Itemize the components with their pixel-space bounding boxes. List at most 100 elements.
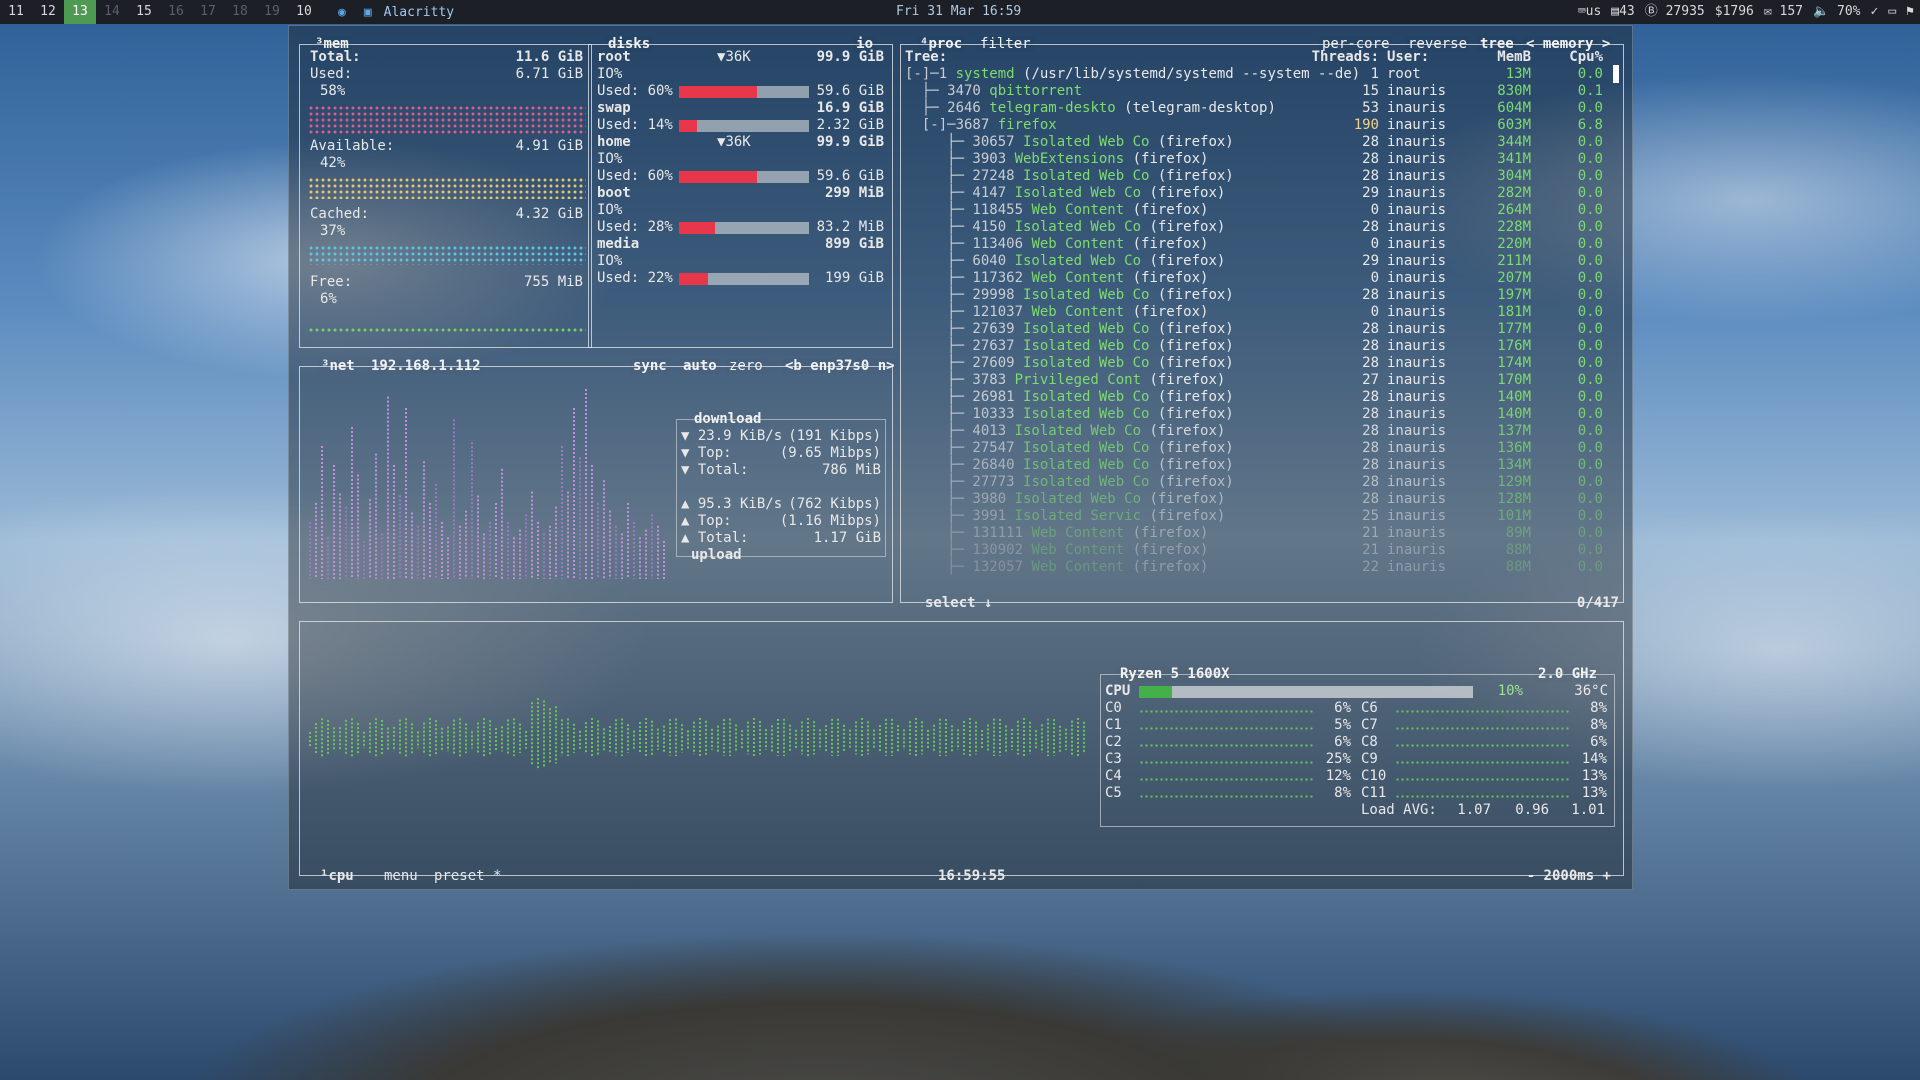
process-threads: 28 <box>1362 389 1379 405</box>
process-row[interactable]: ├─ 26981 Isolated Web Co (firefox) 28 in… <box>905 389 1621 406</box>
process-row[interactable]: ├─ 118455 Web Content (firefox) 0 inauri… <box>905 202 1621 219</box>
process-row[interactable]: ├─ 4013 Isolated Web Co (firefox) 28 ina… <box>905 423 1621 440</box>
process-row[interactable]: ├─ 2646 telegram-deskto (telegram-deskto… <box>905 100 1621 117</box>
process-row[interactable]: ├─ 3783 Privileged Cont (firefox) 27 ina… <box>905 372 1621 389</box>
col-tree[interactable]: Tree: <box>905 49 947 66</box>
core-C8-meter <box>1395 744 1571 747</box>
process-row[interactable]: ├─ 27637 Isolated Web Co (firefox) 28 in… <box>905 338 1621 355</box>
screen-icon[interactable]: ▭ <box>1888 0 1896 24</box>
process-row[interactable]: ├─ 27639 Isolated Web Co (firefox) 28 in… <box>905 321 1621 338</box>
mem-total-label: Total: <box>310 49 361 65</box>
process-row[interactable]: ├─ 6040 Isolated Web Co (firefox) 29 ina… <box>905 253 1621 270</box>
process-tree-cmd: ├─ 27637 Isolated Web Co (firefox) <box>905 338 1234 354</box>
process-row[interactable]: ├─ 27773 Isolated Web Co (firefox) 28 in… <box>905 474 1621 491</box>
process-row[interactable]: ├─ 27248 Isolated Web Co (firefox) 28 in… <box>905 168 1621 185</box>
preset-tab[interactable]: preset * <box>434 868 501 885</box>
process-mem: 264M <box>1497 202 1531 218</box>
workspace-17[interactable]: 17 <box>192 0 224 24</box>
workspace-10[interactable]: 10 <box>288 0 320 24</box>
col-user[interactable]: User: <box>1387 49 1429 66</box>
core-C2-label: C2 <box>1105 734 1122 750</box>
disk-root-used-bar <box>679 86 809 98</box>
process-mem: 830M <box>1497 83 1531 99</box>
download-rate-row: ▼ 23.9 KiB/s <box>681 428 783 444</box>
process-mem: 176M <box>1497 338 1531 354</box>
proc-scrollbar[interactable] <box>1613 65 1619 83</box>
process-row[interactable]: ├─ 29998 Isolated Web Co (firefox) 28 in… <box>905 287 1621 304</box>
cpu-tab[interactable]: ¹cpu <box>320 868 354 885</box>
process-row[interactable]: [-]─3687 firefox 190 inauris 603M 6.8 <box>905 117 1621 134</box>
mem-used-label: Used: <box>310 66 353 82</box>
process-cpu: 0.0 <box>1577 236 1603 252</box>
net-zero-toggle[interactable]: zero <box>726 358 766 374</box>
process-row[interactable]: ├─ 27609 Isolated Web Co (firefox) 28 in… <box>905 355 1621 372</box>
core-C11-meter <box>1395 795 1571 798</box>
process-row[interactable]: ├─ 3980 Isolated Web Co (firefox) 28 ina… <box>905 491 1621 508</box>
process-tree-cmd: ├─ 131111 Web Content (firefox) <box>905 525 1209 541</box>
disk-media-used-value: 199 GiB <box>824 270 884 286</box>
process-mem: 603M <box>1497 117 1531 133</box>
process-mem: 207M <box>1497 270 1531 286</box>
process-row[interactable]: ├─ 121037 Web Content (firefox) 0 inauri… <box>905 304 1621 321</box>
core-C10-pct: 13% <box>1581 768 1607 784</box>
update-interval[interactable]: - 2000ms + <box>1527 868 1611 885</box>
process-cpu: 0.0 <box>1577 321 1603 337</box>
col-mem[interactable]: MemB <box>1461 49 1531 66</box>
process-row[interactable]: ├─ 113406 Web Content (firefox) 0 inauri… <box>905 236 1621 253</box>
process-row[interactable]: [-]─1 systemd (/usr/lib/systemd/systemd … <box>905 66 1621 83</box>
alacritty-window: ³mem Total: 11.6 GiB Used: 6.71 GiB 58% … <box>288 25 1633 890</box>
process-row[interactable]: ├─ 27547 Isolated Web Co (firefox) 28 in… <box>905 440 1621 457</box>
menu-tab[interactable]: menu <box>384 868 418 885</box>
process-row[interactable]: ├─ 132057 Web Content (firefox) 22 inaur… <box>905 559 1621 576</box>
col-cpu[interactable]: Cpu% <box>1541 49 1603 66</box>
process-row[interactable]: ├─ 3903 WebExtensions (firefox) 28 inaur… <box>905 151 1621 168</box>
process-mem: 134M <box>1497 457 1531 473</box>
workspace-12[interactable]: 12 <box>32 0 64 24</box>
net-sync-toggle[interactable]: sync <box>630 358 670 374</box>
workspace-19[interactable]: 19 <box>256 0 288 24</box>
net-auto-toggle[interactable]: auto <box>680 358 720 374</box>
process-tree-cmd: ├─ 26981 Isolated Web Co (firefox) <box>905 389 1234 405</box>
disk-media-used-bar <box>679 273 809 285</box>
process-row[interactable]: ├─ 26840 Isolated Web Co (firefox) 28 in… <box>905 457 1621 474</box>
workspace-16[interactable]: 16 <box>160 0 192 24</box>
workspace-14[interactable]: 14 <box>96 0 128 24</box>
volume-indicator[interactable]: 🔈 70% <box>1813 0 1861 24</box>
process-row[interactable]: ├─ 3470 qbittorrent 15 inauris 830M 0.1 <box>905 83 1621 100</box>
process-row[interactable]: ├─ 10333 Isolated Web Co (firefox) 28 in… <box>905 406 1621 423</box>
check-icon[interactable]: ✓ <box>1871 0 1879 24</box>
process-cpu: 6.8 <box>1577 117 1603 133</box>
upload-rate-row: ▲ 95.3 KiB/s <box>681 496 783 512</box>
process-user: inauris <box>1387 100 1447 116</box>
mail-counter: ✉ 157 <box>1763 4 1804 19</box>
process-row[interactable]: ├─ 131111 Web Content (firefox) 21 inaur… <box>905 525 1621 542</box>
workspace-11[interactable]: 11 <box>0 0 32 24</box>
process-row[interactable]: ├─ 3991 Isolated Servic (firefox) 25 ina… <box>905 508 1621 525</box>
col-threads[interactable]: Threads: <box>1301 49 1379 66</box>
process-row[interactable]: ├─ 130902 Web Content (firefox) 21 inaur… <box>905 542 1621 559</box>
process-tree-cmd: ├─ 3470 qbittorrent <box>905 83 1083 99</box>
core-C10-meter <box>1395 778 1571 781</box>
process-cpu: 0.0 <box>1577 168 1603 184</box>
process-threads: 15 <box>1362 83 1379 99</box>
select-hint[interactable]: select ↓ <box>925 595 992 612</box>
process-row[interactable]: ├─ 4147 Isolated Web Co (firefox) 29 ina… <box>905 185 1621 202</box>
cpu-freq: 2.0 GHz <box>1537 666 1597 682</box>
process-row[interactable]: ├─ 117362 Web Content (firefox) 0 inauri… <box>905 270 1621 287</box>
process-cpu: 0.0 <box>1577 100 1603 116</box>
process-row[interactable]: ├─ 30657 Isolated Web Co (firefox) 28 in… <box>905 134 1621 151</box>
workspace-13[interactable]: 13 <box>64 0 96 24</box>
proc-filter[interactable]: filter <box>977 36 1034 52</box>
net-interface-selector[interactable]: <b enp37s0 n> <box>782 358 898 374</box>
process-mem: 137M <box>1497 423 1531 439</box>
process-row[interactable]: ├─ 4150 Isolated Web Co (firefox) 28 ina… <box>905 219 1621 236</box>
process-mem: 228M <box>1497 219 1531 235</box>
process-mem: 140M <box>1497 406 1531 422</box>
process-mem: 174M <box>1497 355 1531 371</box>
network-icon[interactable]: ⚑ <box>1906 0 1914 24</box>
process-cpu: 0.0 <box>1577 508 1603 524</box>
disk-boot-name: boot <box>597 185 631 201</box>
upload-label: upload <box>691 547 742 563</box>
workspace-18[interactable]: 18 <box>224 0 256 24</box>
workspace-15[interactable]: 15 <box>128 0 160 24</box>
